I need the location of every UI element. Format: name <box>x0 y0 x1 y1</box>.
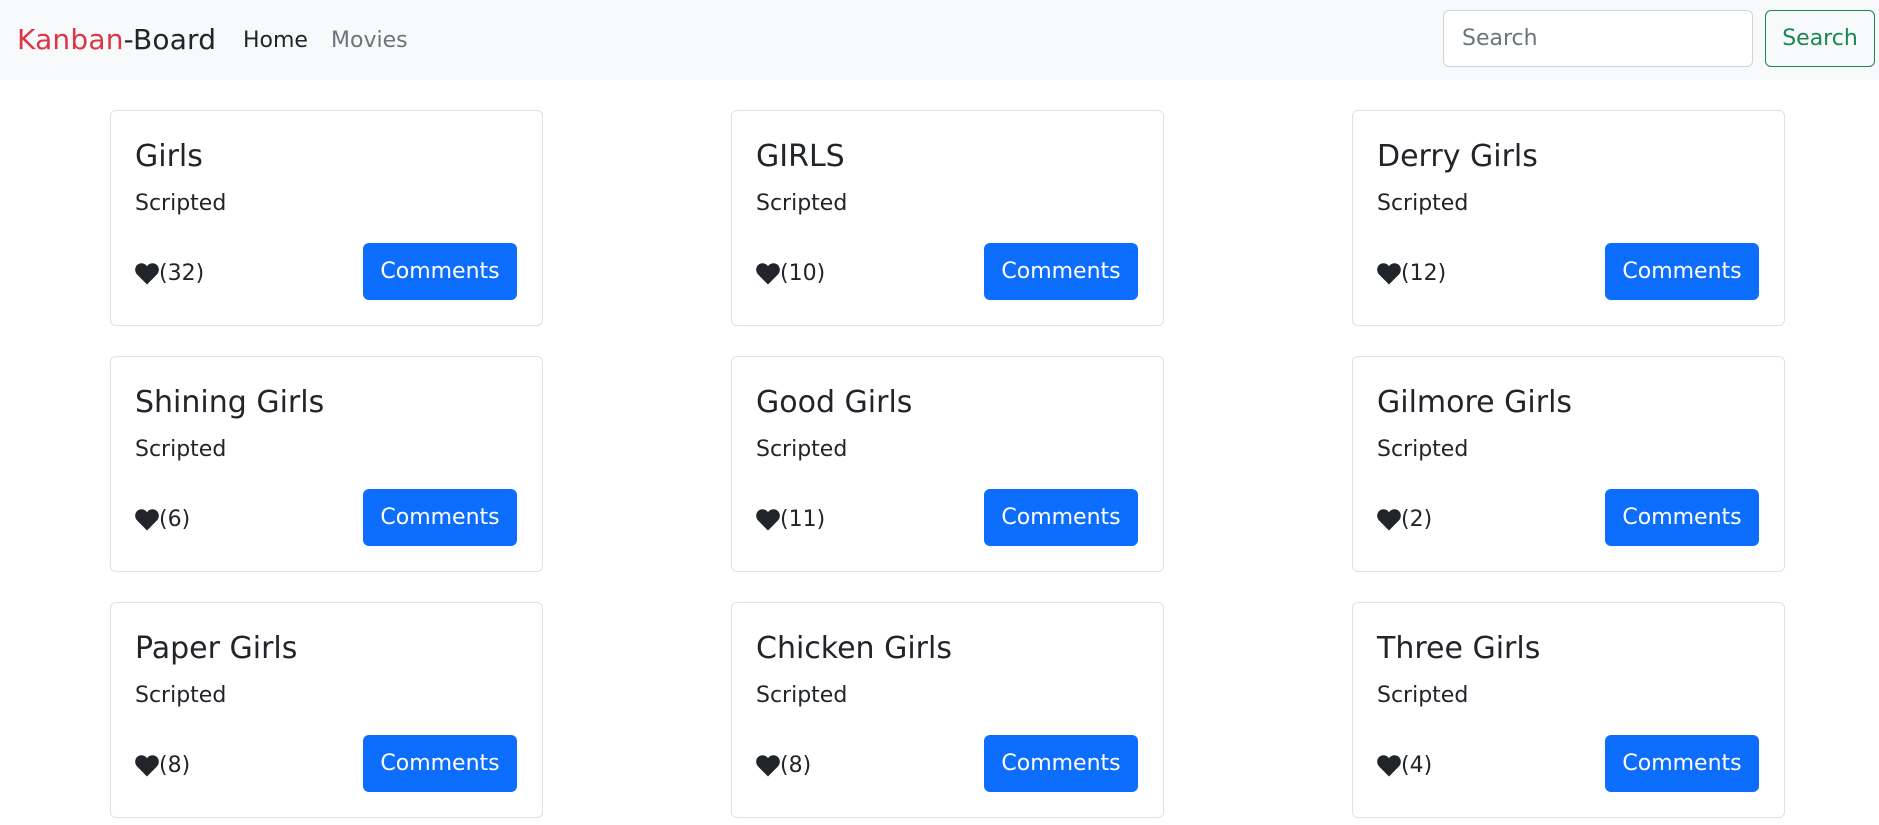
heart-icon[interactable] <box>1377 755 1401 777</box>
card-title: Good Girls <box>756 385 913 420</box>
nav-link-home[interactable]: Home <box>243 26 308 56</box>
heart-icon[interactable] <box>1377 263 1401 285</box>
comments-button[interactable]: Comments <box>363 735 517 792</box>
comments-button[interactable]: Comments <box>984 735 1138 792</box>
movie-card: Chicken Girls Scripted (8) Comments <box>731 602 1164 818</box>
search-button[interactable]: Search <box>1765 10 1875 67</box>
movie-grid: Girls Scripted (32) Comments GIRLS Scrip… <box>110 110 1785 818</box>
like-count-value: (8) <box>159 753 191 778</box>
like-count: (32) <box>135 259 204 289</box>
card-title: Paper Girls <box>135 631 298 666</box>
card-genre: Scripted <box>756 683 848 708</box>
like-count-value: (12) <box>1401 261 1447 286</box>
heart-icon[interactable] <box>756 509 780 531</box>
movie-card: Gilmore Girls Scripted (2) Comments <box>1352 356 1785 572</box>
like-count-value: (2) <box>1401 507 1433 532</box>
comments-button[interactable]: Comments <box>1605 735 1759 792</box>
card-genre: Scripted <box>135 191 227 216</box>
like-count-value: (8) <box>780 753 812 778</box>
heart-icon[interactable] <box>756 755 780 777</box>
card-genre: Scripted <box>135 437 227 462</box>
movie-card: Paper Girls Scripted (8) Comments <box>110 602 543 818</box>
card-genre: Scripted <box>1377 683 1469 708</box>
like-count-value: (11) <box>780 507 826 532</box>
like-count: (2) <box>1377 505 1432 535</box>
heart-icon[interactable] <box>135 755 159 777</box>
like-count-value: (10) <box>780 261 826 286</box>
brand-part-board: -Board <box>123 23 217 56</box>
card-title: Three Girls <box>1377 631 1541 666</box>
like-count: (6) <box>135 505 190 535</box>
search-input[interactable] <box>1443 10 1753 67</box>
card-genre: Scripted <box>756 437 848 462</box>
card-title: GIRLS <box>756 139 845 174</box>
like-count-value: (6) <box>159 507 191 532</box>
card-title: Chicken Girls <box>756 631 952 666</box>
movie-card: Girls Scripted (32) Comments <box>110 110 543 326</box>
movie-card: Derry Girls Scripted (12) Comments <box>1352 110 1785 326</box>
card-title: Gilmore Girls <box>1377 385 1573 420</box>
card-title: Shining Girls <box>135 385 325 420</box>
like-count: (11) <box>756 505 825 535</box>
card-genre: Scripted <box>1377 191 1469 216</box>
card-title: Girls <box>135 139 203 174</box>
like-count: (8) <box>135 751 190 781</box>
card-genre: Scripted <box>135 683 227 708</box>
card-title: Derry Girls <box>1377 139 1538 174</box>
heart-icon[interactable] <box>1377 509 1401 531</box>
comments-button[interactable]: Comments <box>984 243 1138 300</box>
movie-card: Shining Girls Scripted (6) Comments <box>110 356 543 572</box>
brand-part-kanban: Kanban <box>17 23 124 56</box>
like-count: (8) <box>756 751 811 781</box>
navbar: Kanban-Board Home Movies Search <box>0 0 1879 80</box>
heart-icon[interactable] <box>135 263 159 285</box>
like-count-value: (32) <box>159 261 205 286</box>
like-count: (4) <box>1377 751 1432 781</box>
like-count: (12) <box>1377 259 1446 289</box>
movie-card: GIRLS Scripted (10) Comments <box>731 110 1164 326</box>
movie-card: Good Girls Scripted (11) Comments <box>731 356 1164 572</box>
comments-button[interactable]: Comments <box>984 489 1138 546</box>
nav-link-movies[interactable]: Movies <box>331 26 408 56</box>
card-genre: Scripted <box>756 191 848 216</box>
comments-button[interactable]: Comments <box>1605 489 1759 546</box>
heart-icon[interactable] <box>135 509 159 531</box>
comments-button[interactable]: Comments <box>363 489 517 546</box>
card-genre: Scripted <box>1377 437 1469 462</box>
like-count-value: (4) <box>1401 753 1433 778</box>
heart-icon[interactable] <box>756 263 780 285</box>
brand-logo[interactable]: Kanban-Board <box>17 21 216 59</box>
comments-button[interactable]: Comments <box>1605 243 1759 300</box>
movie-card: Three Girls Scripted (4) Comments <box>1352 602 1785 818</box>
like-count: (10) <box>756 259 825 289</box>
comments-button[interactable]: Comments <box>363 243 517 300</box>
